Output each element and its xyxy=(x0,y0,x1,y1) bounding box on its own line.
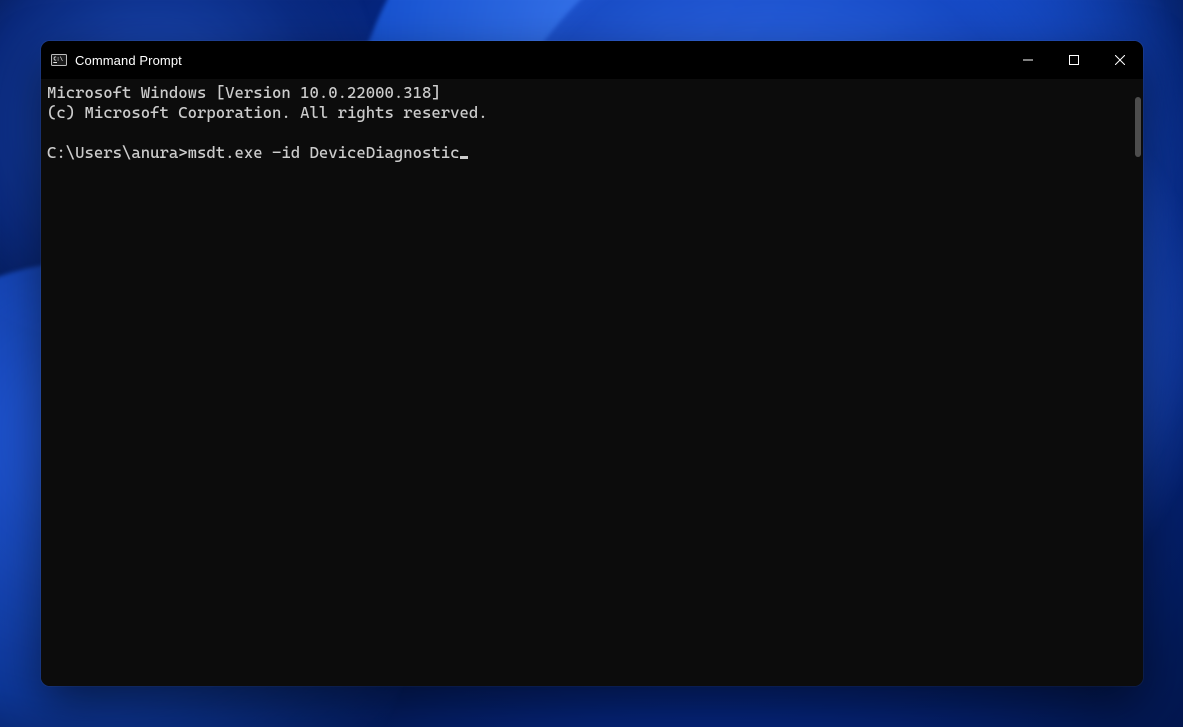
terminal-area[interactable]: Microsoft Windows [Version 10.0.22000.31… xyxy=(41,79,1143,686)
minimize-button[interactable] xyxy=(1005,41,1051,79)
maximize-button[interactable] xyxy=(1051,41,1097,79)
typed-command: msdt.exe -id DeviceDiagnostic xyxy=(188,143,460,162)
window-title: Command Prompt xyxy=(75,53,182,68)
svg-text:C:\: C:\ xyxy=(53,57,64,63)
text-cursor xyxy=(460,156,468,159)
scrollbar[interactable] xyxy=(1131,81,1141,684)
close-button[interactable] xyxy=(1097,41,1143,79)
scrollbar-thumb[interactable] xyxy=(1135,97,1141,157)
command-prompt-window: C:\ Command Prompt Microsoft Windows [Ve… xyxy=(41,41,1143,686)
banner-line-1: Microsoft Windows [Version 10.0.22000.31… xyxy=(47,83,441,102)
banner-line-2: (c) Microsoft Corporation. All rights re… xyxy=(47,103,488,122)
cmd-icon: C:\ xyxy=(51,52,67,68)
prompt-path: C:\Users\anura> xyxy=(47,143,188,162)
terminal-content: Microsoft Windows [Version 10.0.22000.31… xyxy=(47,83,1135,163)
titlebar-left: C:\ Command Prompt xyxy=(51,41,182,79)
window-controls xyxy=(1005,41,1143,79)
titlebar[interactable]: C:\ Command Prompt xyxy=(41,41,1143,79)
